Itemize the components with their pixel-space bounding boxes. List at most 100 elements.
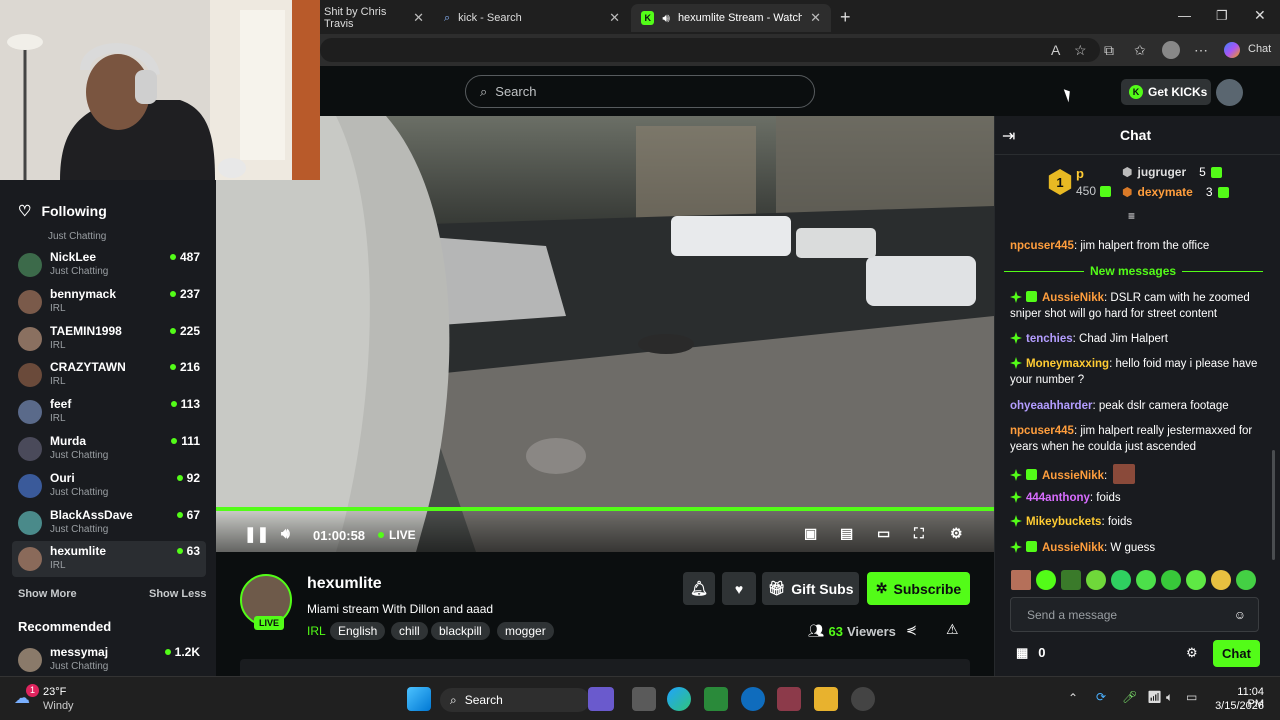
url-field[interactable] — [320, 38, 1100, 62]
favorite-star-icon[interactable]: ☆ — [1074, 42, 1087, 59]
expand-leaderboard-icon[interactable]: ≡ — [1128, 209, 1135, 223]
collapse-chat-icon[interactable]: ⇥ — [1002, 126, 1015, 146]
emote-icon[interactable] — [1211, 570, 1231, 590]
show-more-button[interactable]: Show More — [18, 588, 77, 600]
sidebar-channel-blackassdave[interactable]: BlackAssDave Just Chatting 67 — [12, 505, 206, 541]
tag-english[interactable]: English — [330, 622, 386, 640]
kicks-balance[interactable]: ▦ 0 — [1016, 645, 1046, 661]
tab-music[interactable]: Shit by Chris Travis ✕ — [314, 4, 434, 32]
tab-kick-search[interactable]: ⌕ kick - Search ✕ — [434, 4, 630, 32]
search-input[interactable]: ⌕ Search — [465, 75, 815, 108]
sidebar-channel-murda[interactable]: Murda Just Chatting 111 — [12, 431, 206, 467]
emote-icon[interactable] — [1061, 570, 1081, 590]
chat-username[interactable]: tenchies — [1026, 333, 1073, 345]
sidebar-channel-bennymack[interactable]: bennymack IRL 237 — [12, 284, 206, 320]
battery-icon[interactable]: ▭ — [1186, 690, 1197, 704]
leaderboard-top-name[interactable]: p — [1076, 166, 1084, 181]
recommended-channel[interactable]: messymaj Just Chatting 1.2K — [12, 642, 206, 678]
emote-icon[interactable] — [1236, 570, 1256, 590]
chat-username[interactable]: Moneymaxxing — [1026, 358, 1109, 370]
show-less-button[interactable]: Show Less — [149, 588, 206, 600]
stream-category[interactable]: IRL — [307, 624, 326, 638]
profile-avatar[interactable] — [1162, 41, 1180, 59]
emote-icon[interactable] — [1161, 570, 1181, 590]
favorites-icon[interactable]: ✩ — [1134, 42, 1146, 59]
close-icon[interactable]: ✕ — [413, 10, 424, 26]
close-icon[interactable]: ✕ — [609, 10, 620, 26]
extensions-icon[interactable]: ⧉ — [1104, 42, 1114, 59]
clip-icon[interactable]: ▤ — [840, 525, 853, 542]
theater-mode-icon[interactable]: ▭ — [877, 525, 890, 542]
chat-username[interactable]: AussieNikk — [1042, 470, 1104, 482]
speaker-icon[interactable]: 🔊︎ — [662, 11, 670, 26]
tray-overflow-icon[interactable]: ⌃ — [1068, 691, 1078, 705]
tag-mogger[interactable]: mogger — [497, 622, 554, 640]
window-close-icon[interactable]: ✕ — [1254, 7, 1266, 24]
start-windows-icon[interactable] — [407, 687, 431, 711]
send-chat-button[interactable]: Chat — [1213, 640, 1260, 667]
leaderboard-third[interactable]: ⬢ dexymate 3 — [1122, 185, 1234, 199]
get-kicks-button[interactable]: K Get KICKs — [1121, 79, 1211, 105]
emote-icon[interactable] — [1186, 570, 1206, 590]
notification-bell-icon[interactable]: 🔔︎ — [683, 572, 715, 605]
emote-icon[interactable] — [1036, 570, 1056, 590]
settings-gear-icon[interactable]: ⚙ — [950, 525, 963, 542]
tag-chill[interactable]: chill — [391, 622, 428, 640]
maximize-icon[interactable]: ❐ — [1216, 8, 1228, 24]
gift-subs-button[interactable]: 🎁︎ Gift Subs — [762, 572, 859, 605]
copilot-icon[interactable] — [1224, 42, 1240, 58]
leaderboard-second[interactable]: ⬢ jugruger 5 — [1122, 165, 1227, 179]
microphone-icon[interactable]: 🎤︎ — [1122, 690, 1137, 704]
user-avatar[interactable] — [1216, 79, 1243, 106]
sidebar-channel-hexumlite[interactable]: hexumlite IRL 63 — [12, 541, 206, 578]
copilot-label[interactable]: Chat — [1248, 43, 1271, 55]
sidebar-channel-ouri[interactable]: Ouri Just Chatting 92 — [12, 468, 206, 504]
volume-tray-icon[interactable]: 🔈︎ — [1166, 690, 1173, 705]
more-icon[interactable]: ⋯ — [1194, 42, 1208, 59]
fullscreen-icon[interactable]: ⛶ — [914, 525, 924, 542]
chat-message-input[interactable]: Send a message ☺ — [1010, 597, 1259, 632]
task-view-icon[interactable] — [632, 687, 656, 711]
emoji-picker-icon[interactable]: ☺ — [1234, 608, 1246, 622]
chat-username[interactable]: ohyeaahharder — [1010, 400, 1092, 412]
chat-username[interactable]: npcuser445 — [1010, 425, 1074, 437]
new-tab-icon[interactable]: + — [840, 7, 851, 28]
pause-icon[interactable]: ❚❚ — [244, 525, 269, 543]
emote-icon[interactable] — [1086, 570, 1106, 590]
taskbar-search[interactable]: ⌕ Search — [440, 688, 590, 712]
widgets-icon[interactable] — [588, 687, 614, 711]
tab-hexumlite-stream[interactable]: K 🔊︎ hexumlite Stream - Watch Live ✕ — [631, 4, 831, 32]
chat-settings-icon[interactable]: ⚙ — [1186, 645, 1198, 661]
chat-username[interactable]: AussieNikk — [1042, 292, 1104, 304]
close-icon[interactable]: ✕ — [810, 10, 821, 26]
volume-icon[interactable]: 🔊︎ — [281, 525, 290, 542]
subscribe-button[interactable]: ✲ Subscribe — [867, 572, 970, 605]
tag-blackpill[interactable]: blackpill — [431, 622, 490, 640]
chat-username[interactable]: npcuser445 — [1010, 240, 1074, 252]
minimize-icon[interactable]: — — [1178, 8, 1191, 23]
app-icon[interactable] — [777, 687, 801, 711]
file-explorer-icon[interactable] — [814, 687, 838, 711]
sidebar-channel-feef[interactable]: feef IRL 113 — [12, 394, 206, 430]
sidebar-channel-nicklee[interactable]: NickLee Just Chatting 487 — [12, 247, 206, 283]
share-icon[interactable]: ⋞ — [906, 622, 917, 638]
sidebar-channel-crazytawn[interactable]: CRAZYTAWN IRL 216 — [12, 357, 206, 393]
emote-icon[interactable] — [1111, 570, 1131, 590]
streamer-name[interactable]: hexumlite — [307, 575, 382, 593]
sync-icon[interactable]: ⟳ — [1096, 690, 1106, 704]
miniplayer-icon[interactable]: ▣ — [804, 525, 817, 542]
emote-icon[interactable] — [1136, 570, 1156, 590]
chat-username[interactable]: Mikeybuckets — [1026, 516, 1101, 528]
chat-username[interactable]: 444anthony — [1026, 492, 1090, 504]
chat-scrollbar[interactable] — [1272, 450, 1275, 560]
clock-date[interactable]: 3/15/2026 — [1206, 700, 1264, 712]
chat-username[interactable]: AussieNikk — [1042, 542, 1104, 554]
sidebar-channel-taemin1998[interactable]: TAEMIN1998 IRL 225 — [12, 321, 206, 357]
follow-heart-icon[interactable]: ♥ — [722, 572, 756, 605]
weather-condition[interactable]: Windy — [43, 700, 74, 712]
outlook-icon[interactable] — [741, 687, 765, 711]
weather-temp[interactable]: 23°F — [43, 686, 66, 698]
emote-icon[interactable] — [1011, 570, 1031, 590]
store-icon[interactable] — [704, 687, 728, 711]
edge-browser-icon[interactable] — [667, 687, 691, 711]
